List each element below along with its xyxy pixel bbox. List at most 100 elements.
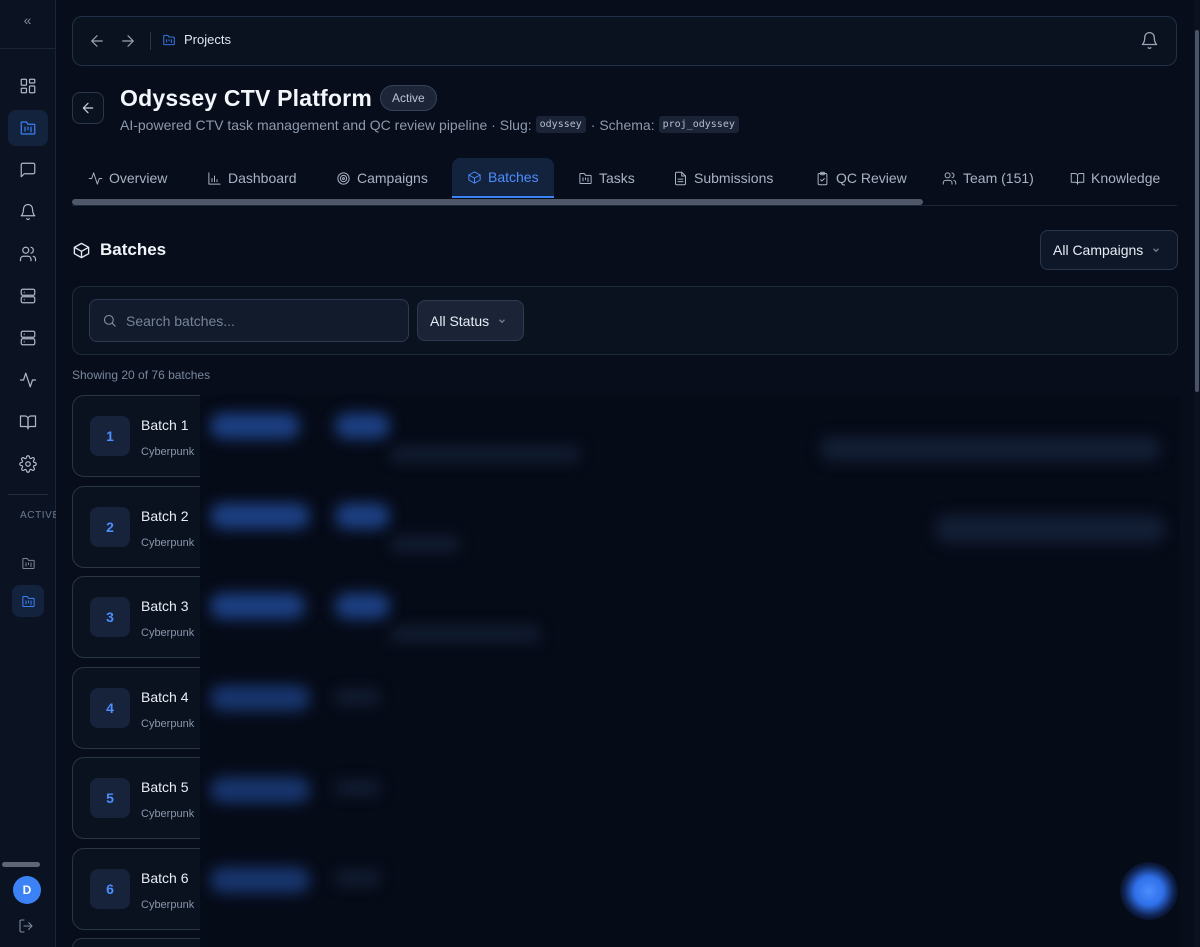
redacted-block — [335, 503, 390, 529]
arrow-left-icon — [91, 35, 103, 47]
package-icon — [73, 242, 90, 258]
redacted-block — [390, 537, 460, 551]
batch-campaign: Cyberpunk — [141, 627, 195, 639]
redacted-region — [200, 395, 1180, 947]
batch-number: 2 — [90, 507, 130, 547]
description-text: AI-powered CTV task management and QC re… — [120, 116, 532, 133]
database-icon — [20, 330, 36, 346]
sidebar-project-odyssey[interactable] — [12, 585, 44, 617]
schema-code: proj_odyssey — [658, 116, 739, 133]
sidebar-project-1[interactable] — [12, 547, 44, 579]
chevron-down-icon — [497, 313, 507, 329]
activity-icon — [88, 171, 103, 185]
sidebar: « ACTIVE PROJECTS D — [0, 0, 56, 947]
notifications-button[interactable] — [1140, 31, 1159, 55]
batch-name: Batch 5 — [141, 779, 189, 795]
search-box[interactable] — [89, 299, 409, 342]
grid-icon — [20, 78, 36, 94]
collapse-sidebar-button[interactable]: « — [0, 12, 55, 28]
tab-label: Batches — [488, 169, 539, 185]
batch-campaign: Cyberpunk — [141, 899, 195, 911]
redacted-block — [390, 627, 540, 641]
sidebar-item-settings[interactable] — [8, 446, 48, 482]
sidebar-item-database[interactable] — [8, 320, 48, 356]
page-scrollbar[interactable] — [1194, 0, 1200, 947]
avatar[interactable]: D — [13, 876, 41, 904]
logout-button[interactable] — [18, 918, 34, 939]
sidebar-scrollbar[interactable] — [2, 862, 40, 867]
sidebar-item-dashboard[interactable] — [8, 68, 48, 104]
tab-submissions[interactable]: Submissions — [673, 158, 773, 198]
redacted-block — [335, 593, 390, 619]
redacted-block — [210, 867, 310, 893]
book-icon — [19, 415, 37, 430]
tab-knowledge[interactable]: Knowledge — [1070, 158, 1160, 198]
bar-chart-icon — [208, 171, 221, 185]
batch-name: Batch 4 — [141, 689, 189, 705]
search-input[interactable] — [126, 312, 386, 329]
tab-team[interactable]: Team (151) — [942, 158, 1034, 198]
project-tabs: Overview Dashboard Campaigns Batches Tas… — [72, 158, 1177, 198]
section-title-text: Batches — [100, 240, 167, 259]
slug-code: odyssey — [535, 116, 586, 133]
sidebar-item-projects[interactable] — [8, 110, 48, 146]
status-filter-select[interactable]: All Status — [417, 300, 524, 341]
status-badge: Active — [380, 85, 437, 111]
batch-number: 5 — [90, 778, 130, 818]
tab-label: QC Review — [836, 170, 907, 186]
redacted-block — [935, 515, 1165, 543]
tab-tasks[interactable]: Tasks — [578, 158, 635, 198]
redacted-block — [335, 413, 390, 439]
redacted-block — [335, 871, 380, 885]
folder-kanban-icon — [20, 121, 36, 135]
clipboard-check-icon — [817, 171, 828, 185]
folder-kanban-icon — [21, 557, 35, 569]
tab-overview[interactable]: Overview — [88, 158, 167, 198]
folder-icon — [163, 34, 175, 45]
batch-name: Batch 2 — [141, 508, 189, 524]
campaign-filter-select[interactable]: All Campaigns — [1040, 230, 1178, 270]
sidebar-item-users[interactable] — [8, 236, 48, 272]
tab-qc-review[interactable]: QC Review — [815, 158, 907, 198]
breadcrumb[interactable]: Projects — [162, 32, 231, 47]
bell-icon — [1141, 32, 1158, 49]
page-scrollbar-thumb[interactable] — [1195, 30, 1199, 392]
breadcrumb-label: Projects — [184, 32, 231, 47]
arrow-left-icon — [82, 102, 94, 114]
package-icon — [468, 170, 481, 184]
tab-dashboard[interactable]: Dashboard — [207, 158, 297, 198]
project-description: AI-powered CTV task management and QC re… — [120, 116, 744, 133]
tab-label: Submissions — [694, 170, 774, 186]
redacted-block — [820, 437, 1160, 461]
forward-nav-button[interactable] — [119, 32, 137, 50]
back-nav-button[interactable] — [88, 32, 106, 50]
sidebar-item-notifications[interactable] — [8, 194, 48, 230]
campaign-filter-value: All Campaigns — [1053, 242, 1144, 258]
back-to-projects-button[interactable] — [72, 92, 104, 124]
redacted-block — [210, 593, 305, 619]
bell-icon — [20, 203, 36, 221]
search-icon — [103, 314, 116, 327]
sidebar-item-messages[interactable] — [8, 152, 48, 188]
main-content: Projects Odyssey CTV Platform Active AI-… — [56, 0, 1200, 947]
settings-icon — [19, 455, 37, 473]
sidebar-divider — [0, 48, 55, 49]
redacted-block — [390, 447, 580, 461]
schema-label: · Schema: — [590, 116, 655, 133]
batch-campaign: Cyberpunk — [141, 718, 195, 730]
file-icon — [675, 171, 686, 185]
batch-campaign: Cyberpunk — [141, 537, 195, 549]
folder-kanban-icon — [21, 595, 35, 607]
tab-label: Knowledge — [1091, 170, 1161, 186]
sidebar-item-knowledge[interactable] — [8, 404, 48, 440]
filter-panel: All Status — [72, 286, 1178, 355]
sidebar-item-activity[interactable] — [8, 362, 48, 398]
tab-label: Campaigns — [357, 170, 428, 186]
tab-label: Dashboard — [228, 170, 297, 186]
redacted-block — [335, 781, 380, 795]
floating-action-button[interactable] — [1120, 862, 1178, 920]
tab-batches[interactable]: Batches — [452, 158, 554, 198]
sidebar-item-servers[interactable] — [8, 278, 48, 314]
status-filter-value: All Status — [430, 312, 490, 329]
tab-campaigns[interactable]: Campaigns — [336, 158, 428, 198]
